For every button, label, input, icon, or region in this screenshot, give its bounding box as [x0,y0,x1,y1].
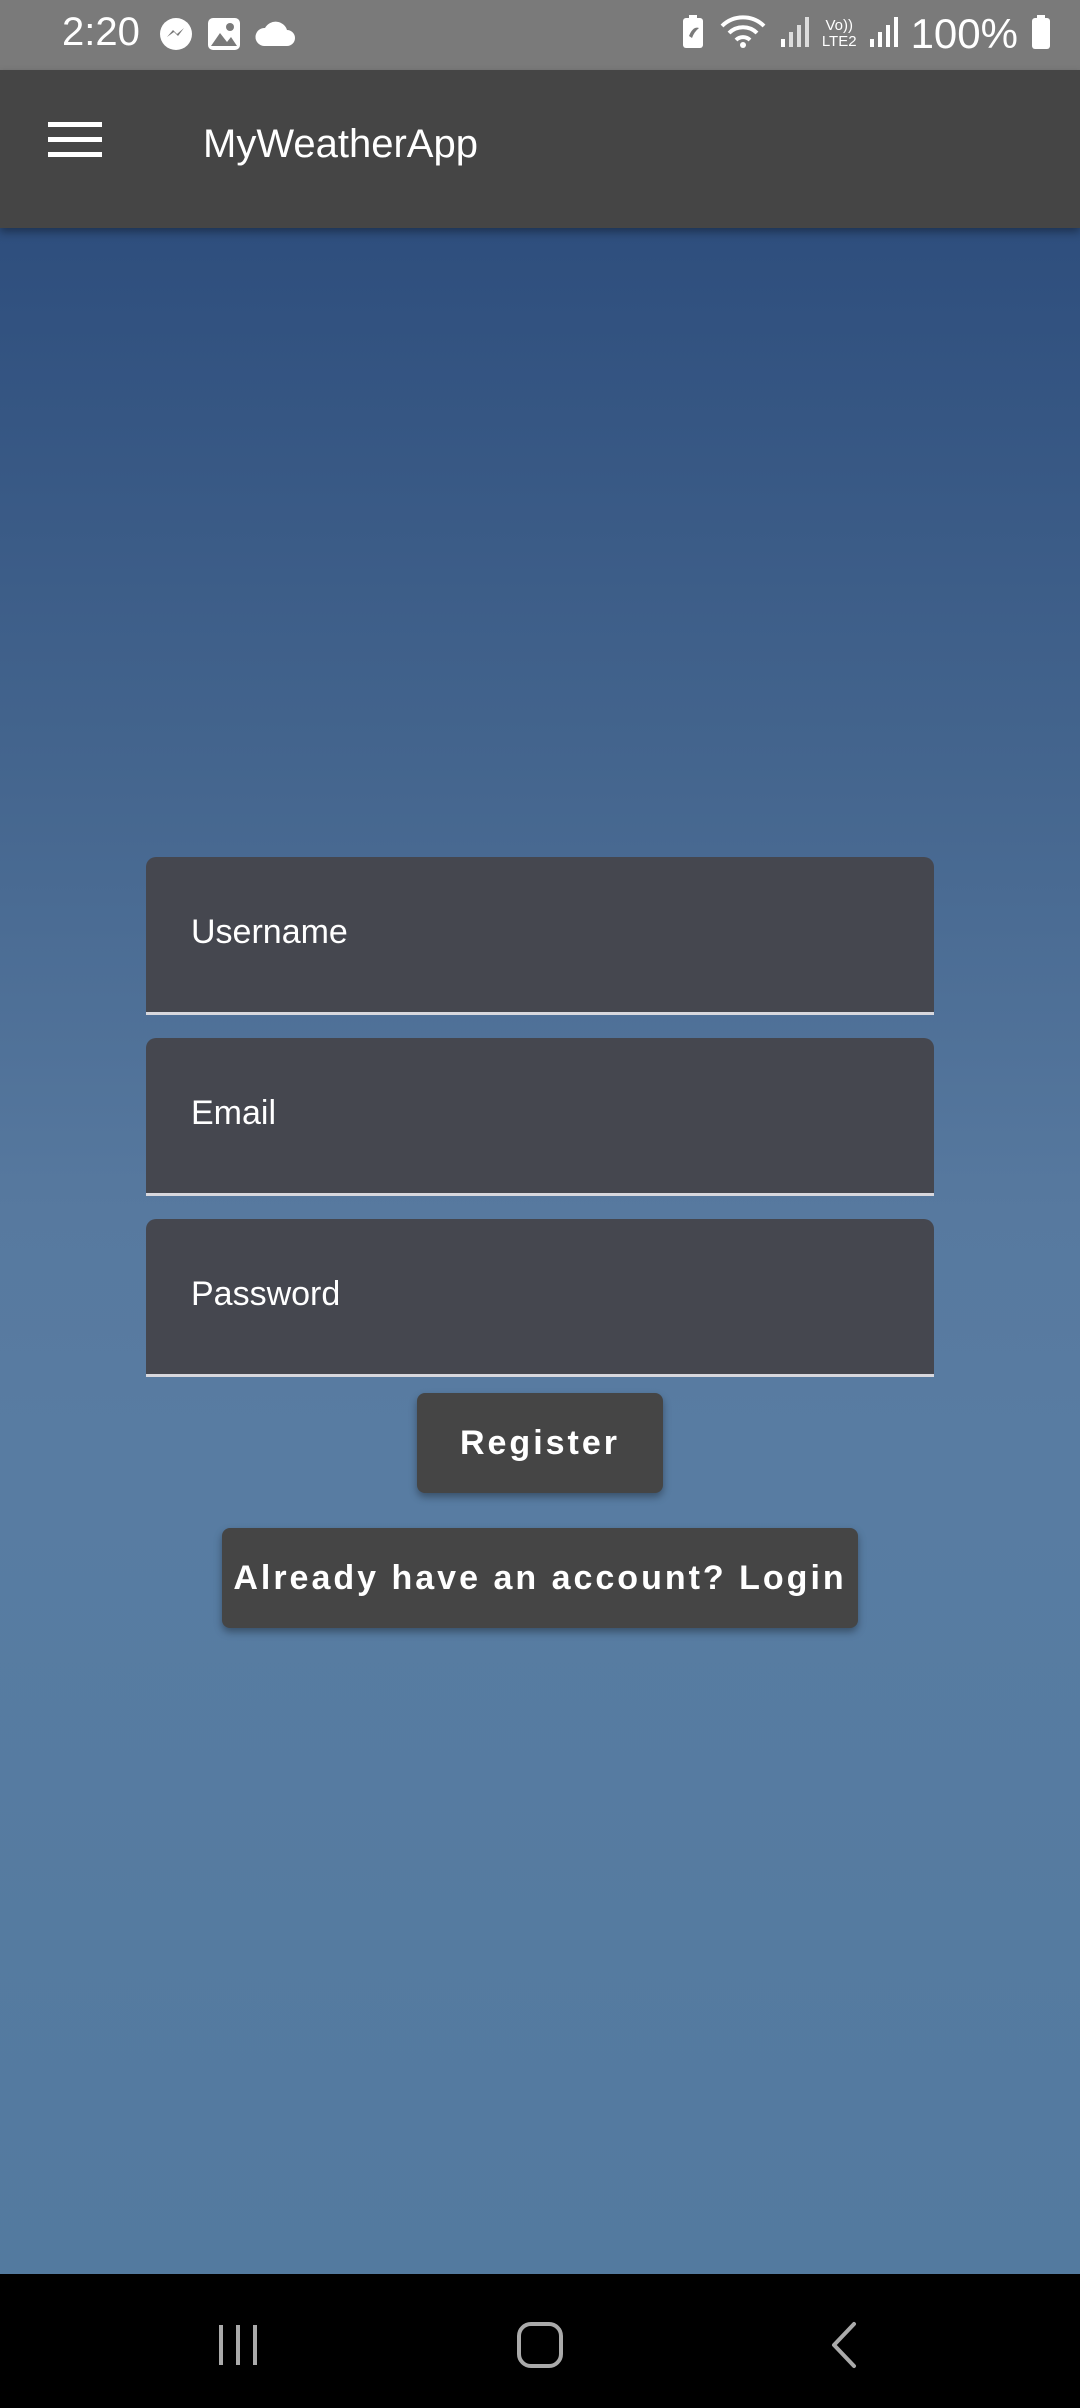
signal-icon [869,15,899,54]
system-status-icons: Vo)) LTE2 100% [680,10,1052,58]
volte-label: Vo)) [825,17,853,34]
username-label: Username [191,913,348,951]
gallery-icon [206,16,242,57]
status-time: 2:20 [62,10,140,54]
hamburger-menu-icon[interactable] [48,120,110,176]
username-field[interactable]: Username [146,857,934,1015]
app-title: MyWeatherApp [203,122,478,166]
battery-saver-icon [680,14,706,55]
password-field[interactable]: Password [146,1219,934,1377]
battery-icon [1030,14,1052,55]
password-label: Password [191,1275,341,1313]
messenger-icon [158,16,194,57]
battery-percentage: 100% [910,10,1018,57]
back-icon[interactable] [804,2310,884,2380]
lte-label: LTE2 [821,33,857,50]
login-link-button[interactable]: Already have an account? Login [222,1528,858,1628]
network-type-label: Vo)) LTE2 [822,18,857,50]
main-content: Username Email Password Register Already… [0,228,1080,2274]
app-bar: MyWeatherApp [0,70,1080,228]
notification-icons [158,16,296,57]
register-button[interactable]: Register [417,1393,663,1493]
home-icon[interactable] [500,2310,580,2380]
status-bar: 2:20 Vo)) LTE2 100% [0,0,1080,70]
cloud-icon [254,18,296,55]
navigation-bar [0,2274,1080,2408]
email-field[interactable]: Email [146,1038,934,1196]
wifi-icon [718,14,768,55]
signal-icon [780,15,810,54]
recent-apps-icon[interactable] [198,2310,278,2380]
email-label: Email [191,1094,277,1132]
